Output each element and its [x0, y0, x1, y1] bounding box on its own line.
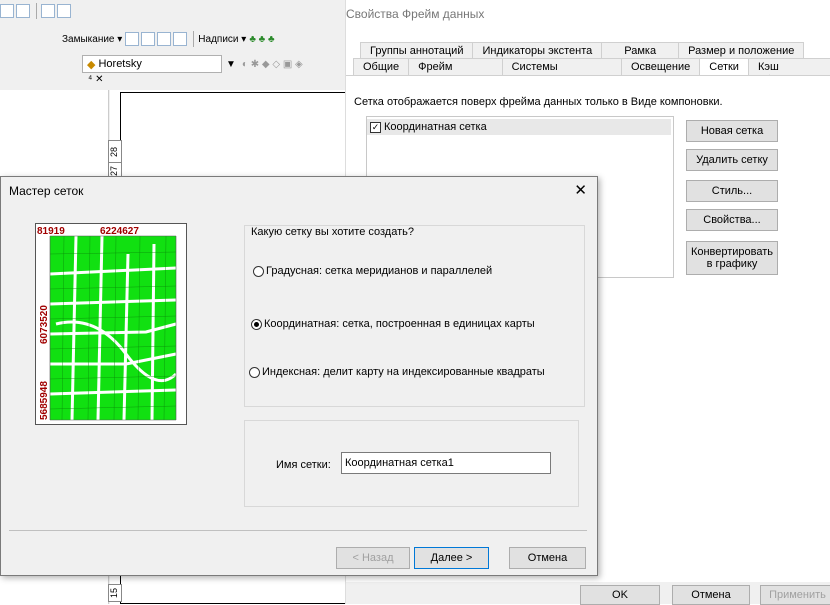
- grid-item-label: Координатная сетка: [384, 121, 487, 133]
- new-grid-button[interactable]: Новая сетка: [686, 120, 778, 142]
- toolbar-top-fragment: [0, 0, 73, 22]
- preview-top-label: 6224627: [100, 226, 139, 237]
- labels-menu[interactable]: Надписи ▾: [198, 34, 246, 45]
- tab-extent-indicators[interactable]: Индикаторы экстента: [472, 42, 603, 59]
- snap-point-icon[interactable]: [125, 32, 140, 46]
- layer-combo[interactable]: ◆ Horetsky: [82, 55, 222, 73]
- tab-illumination[interactable]: Освещение: [620, 58, 701, 75]
- properties-button[interactable]: Свойства...: [686, 209, 778, 231]
- layer-toolbar: ◆ Horetsky ▼ ◐ ✱ ◆ ◇ ▣ ◈: [82, 53, 303, 75]
- radio-reference-grid-label: Индексная: делит карту на индексированны…: [262, 366, 545, 378]
- separator: [193, 31, 195, 47]
- delete-grid-button[interactable]: Удалить сетку: [686, 149, 778, 171]
- cancel-button[interactable]: Отмена: [672, 585, 750, 605]
- preview-left-label: 5685948: [39, 381, 50, 420]
- grid-wizard-dialog: Мастер сеток ✕ 81919 6224627 6073520 568…: [0, 176, 598, 576]
- label-manager-icon[interactable]: ♣ ♣ ♣: [249, 34, 274, 45]
- radio-reference-grid-indicator[interactable]: [249, 366, 260, 378]
- style-button[interactable]: Стиль...: [686, 180, 778, 202]
- layer-icon: ◆: [87, 58, 96, 71]
- snapping-menu[interactable]: Замыкание ▾: [62, 34, 122, 45]
- tab-feature-cache[interactable]: Кэш объекта: [747, 58, 830, 86]
- grid-preview-image: 81919 6224627 6073520 5685948: [35, 223, 187, 425]
- tab-row-top: Группы аннотаций Индикаторы экстента Рам…: [360, 42, 805, 59]
- tab-coordinate-systems[interactable]: Системы координат: [501, 58, 622, 86]
- grid-preview-map: 81919 6224627 6073520 5685948: [36, 224, 186, 424]
- tab-frame[interactable]: Рамка: [601, 42, 680, 59]
- snap-end-icon[interactable]: [141, 32, 156, 46]
- convert-to-graphics-button[interactable]: Конвертировать в графику: [686, 241, 778, 275]
- preview-left-label: 6073520: [39, 305, 50, 344]
- radio-measured-grid-label: Координатная: сетка, построенная в едини…: [264, 318, 535, 330]
- list-item[interactable]: ✓ Координатная сетка: [367, 119, 671, 135]
- separator: [36, 3, 37, 19]
- divider: [9, 530, 587, 531]
- wizard-title: Мастер сеток: [9, 184, 84, 198]
- tab-annotation-groups[interactable]: Группы аннотаций: [360, 42, 474, 59]
- toolbar-icon[interactable]: [16, 4, 30, 18]
- grid-type-group: [244, 225, 585, 407]
- radio-measured-grid-indicator[interactable]: [251, 318, 262, 330]
- radio-graticule-label: Градусная: сетка меридианов и параллелей: [266, 265, 493, 277]
- toolbar-icon[interactable]: [57, 4, 71, 18]
- ruler-label: 15: [108, 584, 122, 602]
- radio-graticule[interactable]: Градусная: сетка меридианов и параллелей: [253, 265, 492, 277]
- ruler-label: 28: [108, 140, 122, 164]
- dialog-title: Свойства Фрейм данных: [346, 7, 485, 21]
- apply-button[interactable]: Применить: [760, 585, 830, 605]
- layer-combo-value: Horetsky: [98, 58, 142, 70]
- checkbox-checked-icon[interactable]: ✓: [370, 121, 381, 133]
- close-icon[interactable]: ✕: [574, 181, 587, 199]
- layer-tools-icons[interactable]: ◐ ✱ ◆ ◇ ▣ ◈: [242, 59, 303, 70]
- snap-vertex-icon[interactable]: [157, 32, 172, 46]
- next-button[interactable]: Далее >: [414, 547, 489, 569]
- snapping-toolbar: Замыкание ▾ Надписи ▾ ♣ ♣ ♣: [62, 28, 275, 50]
- grid-type-question: Какую сетку вы хотите создать?: [251, 226, 414, 238]
- dialog-footer: OK Отмена Применить: [346, 582, 830, 605]
- grid-name-label: Имя сетки:: [276, 459, 331, 471]
- toolbar-icon[interactable]: [41, 4, 55, 18]
- ok-button[interactable]: OK: [580, 585, 660, 605]
- snap-edge-icon[interactable]: [173, 32, 188, 46]
- pin-close-controls[interactable]: ⁴ ✕: [88, 74, 103, 85]
- toolbar-icon[interactable]: [0, 4, 14, 18]
- preview-top-label: 81919: [37, 226, 65, 237]
- cancel-button[interactable]: Отмена: [509, 547, 586, 569]
- radio-graticule-indicator[interactable]: [253, 265, 264, 277]
- radio-measured-grid[interactable]: Координатная: сетка, построенная в едини…: [251, 318, 535, 330]
- chevron-down-icon[interactable]: ▼: [226, 59, 236, 70]
- tab-row-bottom: Общие Фрейм данных Системы координат Осв…: [353, 58, 830, 86]
- tab-grids[interactable]: Сетки: [699, 58, 749, 75]
- tab-size-position[interactable]: Размер и положение: [678, 42, 805, 59]
- back-button[interactable]: < Назад: [336, 547, 410, 569]
- grid-name-input[interactable]: [341, 452, 551, 474]
- radio-reference-grid[interactable]: Индексная: делит карту на индексированны…: [249, 366, 545, 378]
- grids-description: Сетка отображается поверх фрейма данных …: [354, 96, 723, 108]
- tab-data-frame[interactable]: Фрейм данных: [408, 58, 503, 86]
- tab-general[interactable]: Общие: [353, 58, 410, 75]
